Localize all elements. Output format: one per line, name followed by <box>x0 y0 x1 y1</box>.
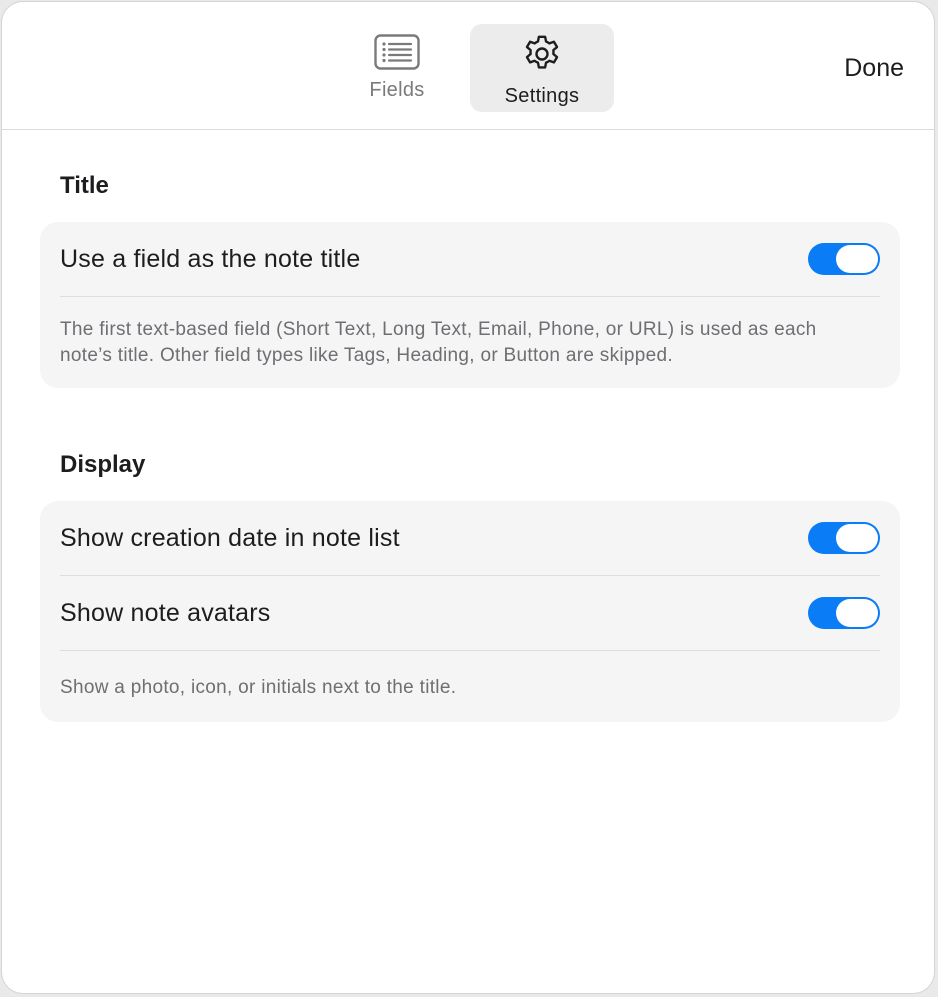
use-field-as-title-toggle[interactable] <box>808 243 880 275</box>
show-creation-date-toggle[interactable] <box>808 522 880 554</box>
show-note-avatars-toggle[interactable] <box>808 597 880 629</box>
section-heading-display: Display <box>60 451 146 478</box>
toolbar: Fields Settings Done <box>2 2 934 130</box>
toggle-knob <box>836 245 878 273</box>
toggle-knob <box>836 524 878 552</box>
row-show-note-avatars: Show note avatars <box>60 576 880 650</box>
tab-settings-label: Settings <box>504 85 580 107</box>
tab-settings[interactable]: Settings <box>470 24 614 112</box>
row-use-field-as-title: Use a field as the note title <box>60 222 880 296</box>
display-settings-card: Show creation date in note list Show not… <box>40 501 900 722</box>
settings-window: Fields Settings Done Title Use a field a… <box>1 1 935 994</box>
tab-fields-label: Fields <box>369 79 425 101</box>
title-settings-card: Use a field as the note title The first … <box>40 222 900 388</box>
divider <box>60 296 880 297</box>
display-footnote: Show a photo, icon, or initials next to … <box>60 677 457 698</box>
row-show-creation-date: Show creation date in note list <box>60 501 880 575</box>
list-icon <box>373 32 421 77</box>
done-button[interactable]: Done <box>844 54 904 83</box>
gear-icon <box>520 32 564 81</box>
title-footnote: The first text-based field (Short Text, … <box>60 319 817 366</box>
row-label: Use a field as the note title <box>60 244 361 273</box>
tab-fields[interactable]: Fields <box>325 24 469 112</box>
section-heading-title: Title <box>60 172 109 199</box>
row-label: Show creation date in note list <box>60 523 400 552</box>
divider <box>60 650 880 651</box>
toggle-knob <box>836 599 878 627</box>
row-label: Show note avatars <box>60 598 271 627</box>
